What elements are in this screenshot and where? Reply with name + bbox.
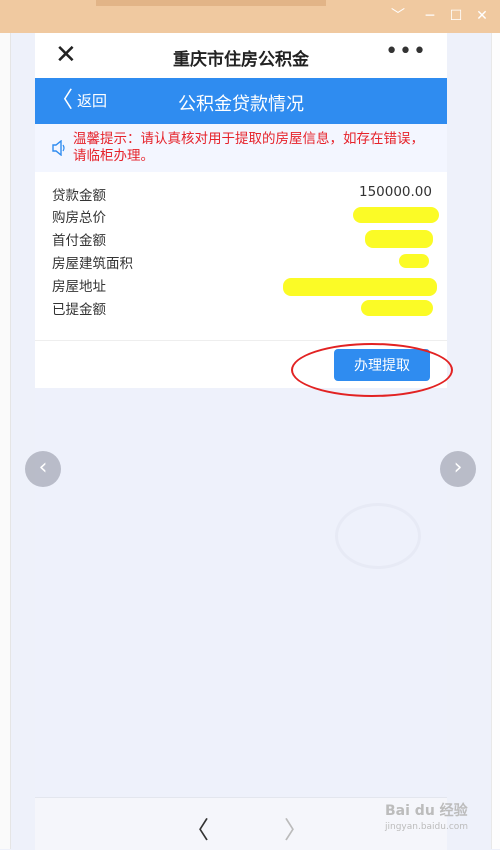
page-title: 公积金贷款情况 [178,94,304,115]
watermark-brand: Bai du 经验 [385,803,468,819]
redaction-mark [283,278,437,296]
notice-banner: 温馨提示：请认真核对用于提取的房屋信息，如存在错误，请临柜办理。 [35,124,447,172]
browser-title-bar: ﹀ ─ ☐ ✕ [0,0,500,33]
info-label: 房屋建筑面积 [52,256,133,272]
more-icon[interactable]: ••• [385,39,427,64]
app-header: ✕ 重庆市住房公积金 ••• [35,33,447,78]
card-divider [35,340,447,341]
watermark-url: jingyan.baidu.com [385,822,469,832]
info-label: 房屋地址 [52,279,106,295]
chevron-down-icon[interactable]: ﹀ [388,6,408,26]
info-label: 购房总价 [52,210,106,226]
chevron-right-icon[interactable]: 〉 [284,810,308,845]
info-label: 贷款金额 [52,188,106,204]
background-page-strip [0,33,11,849]
slide-prev-button[interactable]: ‹ [25,451,61,487]
baidu-watermark: Bai du 经验 jingyan.baidu.com [385,800,468,832]
phone-screen: ✕ 重庆市住房公积金 ••• 〈 返回 公积金贷款情况 温馨提示：请认真核对用于… [35,33,453,850]
info-value: 150000.00 [358,184,432,200]
browser-tab[interactable] [96,0,326,6]
close-window-icon[interactable]: ✕ [472,6,492,26]
slide-next-button[interactable]: › [440,451,476,487]
redaction-mark [365,230,433,248]
nav-bar: 〈 返回 公积金贷款情况 [35,78,447,124]
redaction-mark [353,207,439,223]
redaction-mark [361,300,433,316]
minimize-icon[interactable]: ─ [420,6,440,26]
info-row-floor-area: 房屋建筑面积 [52,250,432,272]
maximize-icon[interactable]: ☐ [446,6,466,26]
loan-info-card: 贷款金额 150000.00 购房总价 首付金额 房屋建筑面积 房屋地址 已提金… [35,172,453,397]
info-label: 已提金额 [52,302,106,318]
highlight-circle [291,343,453,397]
chevron-left-icon[interactable]: 〈 [185,810,209,845]
scrollbar[interactable] [491,33,500,849]
faint-watermark-shape [335,503,421,569]
speaker-icon [52,140,65,156]
redaction-mark [399,254,429,268]
notice-text: 温馨提示：请认真核对用于提取的房屋信息，如存在错误，请临柜办理。 [73,131,424,164]
info-label: 首付金额 [52,233,106,249]
info-row-loan-amount: 贷款金额 150000.00 [52,182,432,204]
